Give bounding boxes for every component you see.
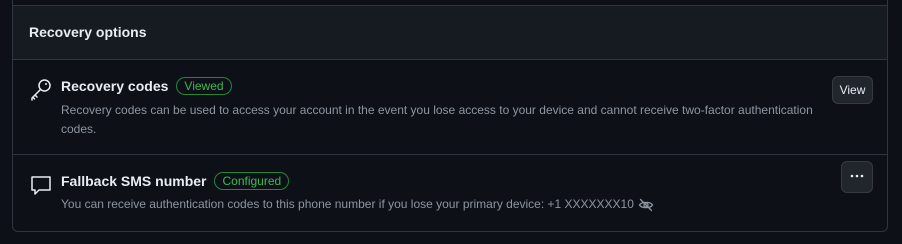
viewed-status-badge: Viewed [176, 77, 232, 95]
sms-options-menu-button[interactable] [841, 161, 873, 193]
recovery-options-panel: Recovery options Recovery codes Viewed R… [12, 0, 888, 232]
recovery-codes-description: Recovery codes can be used to access you… [61, 103, 813, 136]
fallback-sms-description-line: You can receive authentication codes to … [61, 195, 821, 214]
fallback-sms-description: You can receive authentication codes to … [61, 197, 634, 211]
kebab-horizontal-icon [849, 168, 865, 187]
section-title: Recovery options [29, 24, 147, 40]
key-icon [29, 77, 53, 101]
comment-icon [29, 173, 53, 197]
recovery-codes-row: Recovery codes Viewed Recovery codes can… [13, 60, 887, 155]
view-recovery-codes-button[interactable]: View [832, 76, 873, 104]
recovery-codes-title: Recovery codes [61, 78, 169, 94]
fallback-sms-title: Fallback SMS number [61, 173, 207, 189]
recovery-codes-title-line: Recovery codes Viewed [61, 77, 232, 95]
fallback-sms-row: Fallback SMS number Configured You can r… [13, 155, 887, 231]
section-header: Recovery options [13, 6, 887, 60]
configured-status-badge: Configured [214, 172, 290, 190]
eye-closed-icon[interactable] [638, 197, 654, 213]
fallback-sms-title-line: Fallback SMS number Configured [61, 172, 290, 190]
